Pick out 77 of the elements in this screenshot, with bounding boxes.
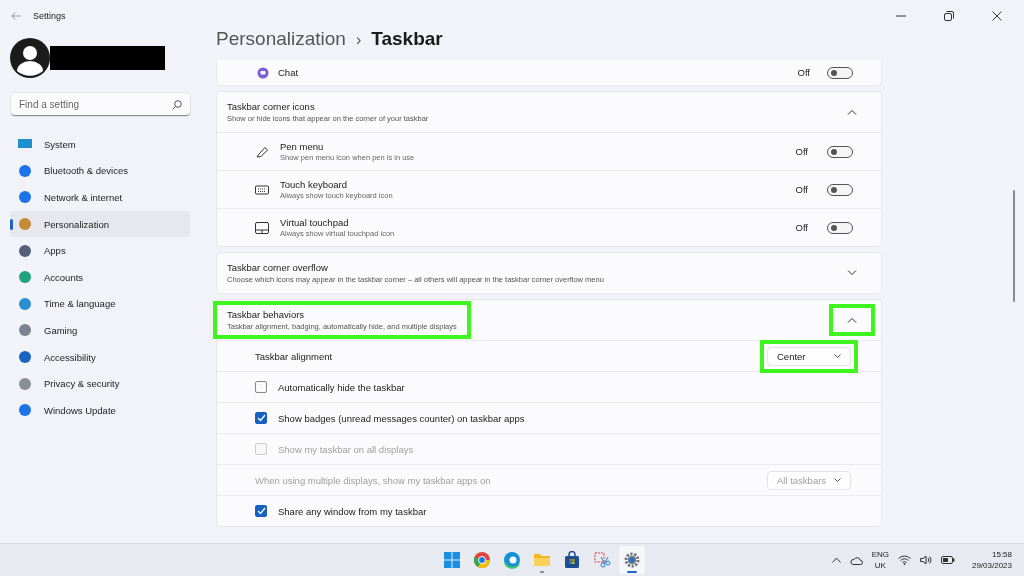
shopping-bag-icon: [562, 551, 581, 569]
category-icon: [18, 323, 32, 338]
sidebar-item[interactable]: Windows Update: [10, 396, 190, 424]
browser-circle-icon: [472, 551, 491, 569]
checkbox[interactable]: [255, 412, 267, 424]
sidebar-item[interactable]: Time & language: [10, 290, 190, 318]
category-icon: [18, 270, 32, 285]
category-icon: [18, 217, 32, 232]
setting-label: Taskbar alignment: [255, 350, 333, 362]
checkbox-label: Show my taskbar on all displays: [278, 443, 414, 455]
category-icon: [18, 403, 32, 418]
category-icon: [18, 376, 32, 391]
dropdown[interactable]: Center: [767, 346, 851, 366]
sidebar-item[interactable]: Personalization: [10, 210, 190, 238]
restore-icon[interactable]: [944, 11, 954, 21]
sidebar-item[interactable]: Apps: [10, 237, 190, 264]
touchpad-icon: [255, 221, 269, 234]
chevron-icon: [847, 317, 857, 323]
scrollbar-thumb[interactable]: [1013, 190, 1015, 302]
checkbox[interactable]: [255, 505, 267, 517]
battery-icon[interactable]: [940, 556, 955, 564]
speaker-icon[interactable]: [919, 555, 932, 565]
search-icon: [172, 100, 182, 110]
chevron-up-icon[interactable]: [831, 557, 841, 563]
cloud-icon[interactable]: [849, 555, 863, 565]
sidebar-item[interactable]: Gaming: [10, 317, 190, 344]
breadcrumb-parent[interactable]: Personalization: [216, 28, 346, 50]
sidebar-item[interactable]: Accessibility: [10, 343, 190, 371]
keyboard-icon: [255, 183, 269, 196]
search-field[interactable]: Find a setting: [11, 93, 190, 116]
setting-label: Touch keyboard: [280, 179, 349, 190]
toggle-state-label: Off: [795, 146, 808, 157]
breadcrumb-separator: ›: [355, 31, 362, 49]
setting-label: Chat: [278, 67, 299, 78]
avatar-silhouette: [10, 38, 50, 78]
caret-icon: [834, 354, 841, 358]
pen-icon: [255, 145, 269, 158]
four-squares-icon: [442, 551, 461, 569]
checkbox[interactable]: [255, 381, 267, 393]
sidebar-item[interactable]: Bluetooth & devices: [10, 157, 190, 185]
checkbox-label: Automatically hide the taskbar: [278, 381, 405, 393]
toggle-switch[interactable]: [827, 66, 853, 79]
setting-label: Virtual touchpad: [280, 217, 350, 228]
setting-label: Pen menu: [280, 141, 325, 152]
close-icon[interactable]: [992, 11, 1002, 21]
gear-icon: [622, 551, 641, 569]
sidebar-item[interactable]: Accounts: [10, 263, 190, 291]
browser-swirl-icon: [502, 551, 521, 569]
taskbar-app-button[interactable]: [618, 546, 645, 574]
toggle-state-label: Off: [795, 222, 808, 233]
wifi-icon[interactable]: [897, 555, 911, 565]
folder-icon: [532, 551, 551, 569]
chevron-icon: [847, 109, 857, 115]
checkbox-label: Show badges (unread messages counter) on taskbar apps: [278, 412, 525, 424]
toggle-switch[interactable]: [827, 145, 853, 158]
scissors-icon: [592, 551, 611, 569]
chat-bubble-icon: [257, 66, 269, 79]
caret-icon: [834, 478, 841, 482]
category-icon: [18, 190, 32, 205]
input-language-indicator[interactable]: ENG UK: [871, 549, 889, 571]
toggle-switch[interactable]: [827, 221, 853, 234]
sidebar-item[interactable]: Network & internet: [10, 184, 190, 211]
clock[interactable]: 15:58 29/03/2023: [971, 549, 1012, 571]
window-title: Settings: [33, 11, 66, 21]
category-icon: [18, 243, 32, 258]
category-icon: [18, 163, 32, 178]
sidebar-item[interactable]: Privacy & security: [10, 370, 190, 397]
sidebar-item[interactable]: System: [10, 131, 190, 158]
toggle-state-label: Off: [795, 184, 808, 195]
category-icon: [18, 296, 32, 311]
checkbox-label: Share any window from my taskbar: [278, 505, 427, 517]
setting-label: When using multiple displays, show my taskbar apps on: [255, 474, 491, 486]
page-title: Taskbar: [371, 28, 443, 50]
category-icon: [18, 350, 32, 365]
toggle-state-label: Off: [797, 67, 810, 78]
toggle-switch[interactable]: [827, 183, 853, 196]
chevron-icon: [847, 270, 857, 276]
